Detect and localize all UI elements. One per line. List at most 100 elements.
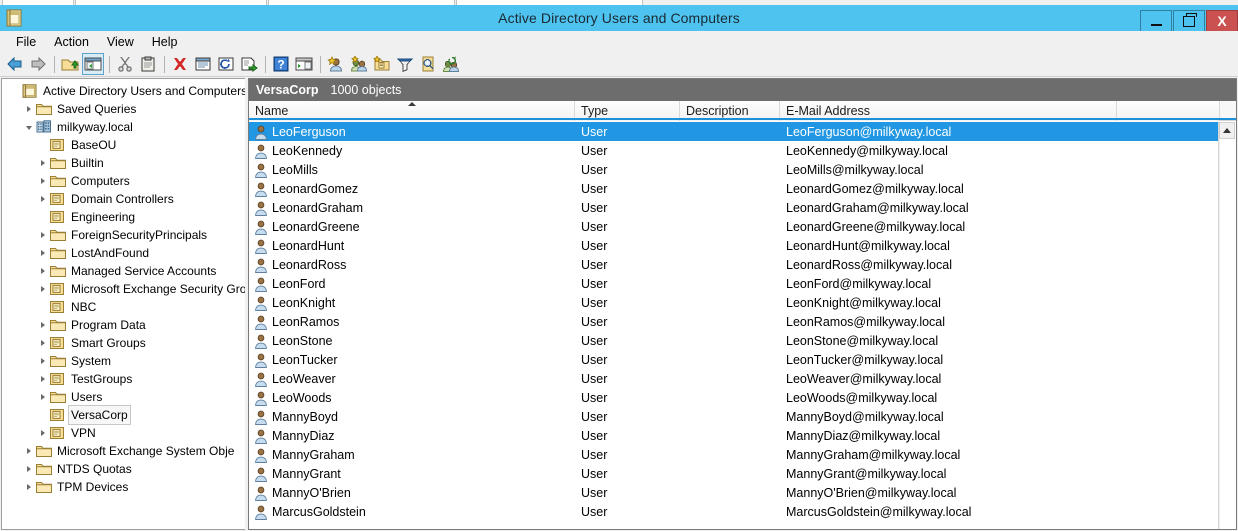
tree-node-saved-queries[interactable]: Saved Queries bbox=[2, 100, 245, 118]
filter-icon[interactable] bbox=[394, 53, 416, 75]
paste-icon[interactable] bbox=[137, 53, 159, 75]
chevron-right-icon[interactable] bbox=[36, 352, 49, 370]
forward-icon[interactable] bbox=[27, 53, 49, 75]
table-row[interactable]: MannyGrant User MannyGrant@milkyway.local bbox=[249, 464, 1220, 483]
chevron-right-icon[interactable] bbox=[36, 262, 49, 280]
tree-node-foreignsecurityprincipals[interactable]: ForeignSecurityPrincipals bbox=[2, 226, 245, 244]
tree-node-baseou[interactable]: BaseOU bbox=[2, 136, 245, 154]
tree-node-milkyway-local[interactable]: milkyway.local bbox=[2, 118, 245, 136]
window-title: Active Directory Users and Computers bbox=[498, 10, 740, 26]
table-row[interactable]: LeonFord User LeonFord@milkyway.local bbox=[249, 274, 1220, 293]
folder-icon bbox=[49, 245, 66, 261]
add-members-icon[interactable] bbox=[440, 53, 462, 75]
new-ou-icon[interactable] bbox=[371, 53, 393, 75]
table-row[interactable]: LeonardRoss User LeonardRoss@milkyway.loca… bbox=[249, 255, 1220, 274]
tree-node-users[interactable]: Users bbox=[2, 388, 245, 406]
console-root-icon bbox=[21, 83, 38, 99]
find-icon[interactable] bbox=[417, 53, 439, 75]
export-list-icon[interactable] bbox=[238, 53, 260, 75]
chevron-right-icon[interactable] bbox=[36, 424, 49, 442]
table-row[interactable]: MannyO'Brien User MannyO'Brien@milkyway.lo… bbox=[249, 483, 1220, 502]
table-row[interactable]: LeonStone User LeonStone@milkyway.local bbox=[249, 331, 1220, 350]
row-name-label: LeonRamos bbox=[272, 314, 340, 329]
tree-node-testgroups[interactable]: TestGroups bbox=[2, 370, 245, 388]
table-row[interactable]: LeonardHunt User LeonardHunt@milkyway.loca… bbox=[249, 236, 1220, 255]
chevron-right-icon[interactable] bbox=[36, 226, 49, 244]
table-row[interactable]: LeoKennedy User LeoKennedy@milkyway.local bbox=[249, 141, 1220, 160]
chevron-right-icon[interactable] bbox=[36, 370, 49, 388]
tree-node-program-data[interactable]: Program Data bbox=[2, 316, 245, 334]
cut-icon[interactable] bbox=[114, 53, 136, 75]
chevron-right-icon[interactable] bbox=[22, 460, 35, 478]
table-row[interactable]: LeonTucker User LeonTucker@milkyway.local bbox=[249, 350, 1220, 369]
table-row[interactable]: LeonardGomez User LeonardGomez@milkyway.lo… bbox=[249, 179, 1220, 198]
table-row[interactable]: LeoWeaver User LeoWeaver@milkyway.local bbox=[249, 369, 1220, 388]
chevron-right-icon[interactable] bbox=[22, 100, 35, 118]
tree-node-microsoft-exchange-security-grou[interactable]: Microsoft Exchange Security Grou bbox=[2, 280, 245, 298]
chevron-right-icon[interactable] bbox=[36, 190, 49, 208]
back-icon[interactable] bbox=[4, 53, 26, 75]
tree-node-nbc[interactable]: NBC bbox=[2, 298, 245, 316]
tree-node-active-directory-users-and-computers-d[interactable]: Active Directory Users and Computers [D bbox=[2, 82, 245, 100]
table-row[interactable]: MannyBoyd User MannyBoyd@milkyway.local bbox=[249, 407, 1220, 426]
tree-node-ntds-quotas[interactable]: NTDS Quotas bbox=[2, 460, 245, 478]
chevron-right-icon[interactable] bbox=[22, 478, 35, 496]
table-row[interactable]: LeoFerguson User LeoFerguson@milkyway.loca… bbox=[249, 122, 1220, 141]
table-row[interactable]: LeoMills User LeoMills@milkyway.local bbox=[249, 160, 1220, 179]
cell-name: MarcusGoldstein bbox=[249, 504, 575, 520]
folder-icon bbox=[49, 317, 66, 333]
table-row[interactable]: LeonardGraham User LeonardGraham@milkyway.… bbox=[249, 198, 1220, 217]
chevron-right-icon[interactable] bbox=[36, 280, 49, 298]
table-row[interactable]: LeonardGreene User LeonardGreene@milkyway.… bbox=[249, 217, 1220, 236]
show-hide-console-tree-icon[interactable] bbox=[82, 53, 104, 75]
close-button[interactable]: X bbox=[1206, 10, 1238, 32]
scroll-track[interactable] bbox=[1219, 139, 1235, 529]
table-row[interactable]: LeoWoods User LeoWoods@milkyway.local bbox=[249, 388, 1220, 407]
table-row[interactable]: LeonRamos User LeonRamos@milkyway.local bbox=[249, 312, 1220, 331]
chevron-right-icon[interactable] bbox=[36, 154, 49, 172]
table-row[interactable]: MannyDiaz User MannyDiaz@milkyway.local bbox=[249, 426, 1220, 445]
tree-node-versacorp[interactable]: VersaCorp bbox=[2, 405, 245, 425]
menu-action[interactable]: Action bbox=[45, 33, 98, 51]
tree-node-label: milkyway.local bbox=[57, 120, 133, 134]
table-row[interactable]: MannyGraham User MannyGraham@milkyway.loca… bbox=[249, 445, 1220, 464]
new-user-icon[interactable] bbox=[325, 53, 347, 75]
help-icon[interactable]: ? bbox=[270, 53, 292, 75]
show-hide-action-pane-icon[interactable] bbox=[293, 53, 315, 75]
properties-icon[interactable] bbox=[192, 53, 214, 75]
chevron-right-icon[interactable] bbox=[36, 334, 49, 352]
menu-file[interactable]: File bbox=[7, 33, 45, 51]
tree-node-vpn[interactable]: VPN bbox=[2, 424, 245, 442]
chevron-right-icon[interactable] bbox=[36, 388, 49, 406]
up-one-level-icon[interactable] bbox=[59, 53, 81, 75]
menu-view[interactable]: View bbox=[98, 33, 143, 51]
refresh-icon[interactable] bbox=[215, 53, 237, 75]
delete-icon[interactable] bbox=[169, 53, 191, 75]
tree-node-domain-controllers[interactable]: Domain Controllers bbox=[2, 190, 245, 208]
tree-node-smart-groups[interactable]: Smart Groups bbox=[2, 334, 245, 352]
tree-node-system[interactable]: System bbox=[2, 352, 245, 370]
tree-node-microsoft-exchange-system-obje[interactable]: Microsoft Exchange System Obje bbox=[2, 442, 245, 460]
menu-help[interactable]: Help bbox=[143, 33, 187, 51]
chevron-right-icon[interactable] bbox=[36, 172, 49, 190]
minimize-button[interactable] bbox=[1140, 10, 1172, 32]
scroll-up-button[interactable] bbox=[1219, 122, 1235, 139]
tree-node-builtin[interactable]: Builtin bbox=[2, 154, 245, 172]
tree-node-engineering[interactable]: Engineering bbox=[2, 208, 245, 226]
tree-node-lostandfound[interactable]: LostAndFound bbox=[2, 244, 245, 262]
tree-node-managed-service-accounts[interactable]: Managed Service Accounts bbox=[2, 262, 245, 280]
table-row[interactable]: LeonKnight User LeonKnight@milkyway.local bbox=[249, 293, 1220, 312]
table-row[interactable]: MarcusGoldstein User MarcusGoldstein@milky… bbox=[249, 502, 1220, 521]
folder-icon bbox=[35, 101, 52, 117]
chevron-right-icon[interactable] bbox=[36, 244, 49, 262]
chevron-down-icon[interactable] bbox=[22, 118, 35, 136]
chevron-right-icon[interactable] bbox=[22, 442, 35, 460]
tree-node-spacer bbox=[36, 208, 49, 226]
tree-node-label: ForeignSecurityPrincipals bbox=[71, 228, 208, 242]
vertical-scrollbar[interactable] bbox=[1218, 122, 1235, 529]
tree-node-tpm-devices[interactable]: TPM Devices bbox=[2, 478, 245, 496]
tree-node-computers[interactable]: Computers bbox=[2, 172, 245, 190]
chevron-right-icon[interactable] bbox=[36, 316, 49, 334]
new-group-icon[interactable] bbox=[348, 53, 370, 75]
maximize-button[interactable] bbox=[1173, 10, 1205, 32]
